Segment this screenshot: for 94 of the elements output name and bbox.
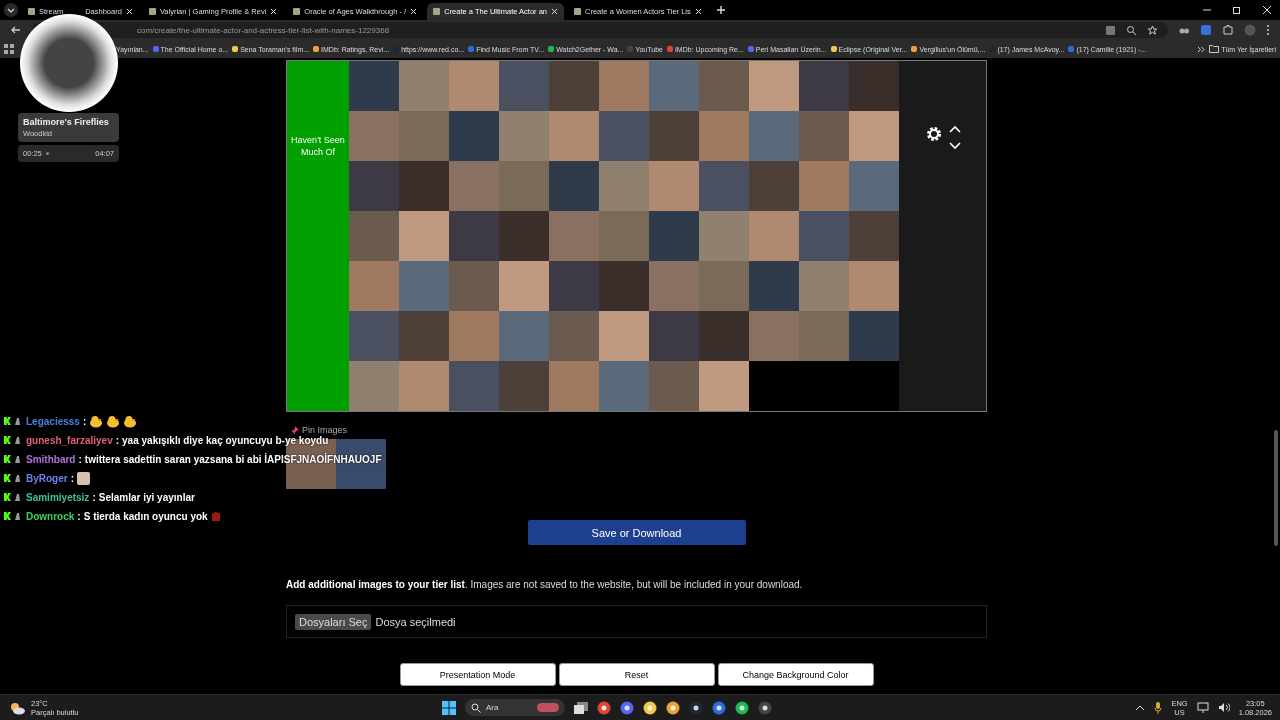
favicon-icon (433, 8, 441, 15)
chat-username[interactable]: Downrock (26, 510, 75, 522)
folder-icon (1209, 45, 1220, 53)
favicon-icon (293, 8, 301, 15)
search-icon (470, 702, 481, 713)
chat-separator: : (92, 491, 96, 503)
chat-separator: : (70, 472, 75, 484)
tab-list-icon[interactable] (4, 3, 18, 17)
favicon-icon (152, 46, 159, 52)
chat-separator: : (78, 453, 82, 465)
pin-images-toggle[interactable]: Pin Images (290, 425, 348, 435)
chat-username[interactable]: Legaciesss (26, 415, 80, 427)
sticker-emote-icon (210, 510, 221, 522)
chat-separator: : (82, 415, 87, 427)
scrollbar-thumb[interactable] (1274, 430, 1278, 546)
favicon-icon (911, 46, 918, 52)
save-button[interactable]: Save or Download (527, 520, 746, 545)
apps-icon[interactable] (4, 44, 14, 54)
file-input-field[interactable]: Dosyaları Seç Dosya seçilmedi (286, 605, 987, 638)
chat-username[interactable]: Samimiyetsiz (26, 491, 90, 503)
platform-badge-icon (4, 493, 11, 501)
restore-icon[interactable] (1232, 5, 1242, 15)
close-tab-icon[interactable] (694, 8, 702, 15)
weather-icon (8, 700, 26, 715)
favicon-icon (28, 8, 35, 15)
move-down-icon[interactable] (948, 142, 961, 150)
favicon-icon (574, 8, 582, 15)
track-title: Baltimore's Fireflies (23, 117, 110, 127)
favicon-icon (1068, 46, 1075, 52)
app-icon[interactable] (711, 700, 726, 715)
chat-username[interactable]: Smithbard (26, 453, 76, 465)
puzzle-icon[interactable] (1222, 24, 1234, 36)
pin-icon (290, 425, 299, 435)
chat-username[interactable]: ByRoger (26, 472, 68, 484)
platform-badge-icon (4, 474, 11, 482)
chat-message: Selamlar iyi yayınlar (98, 491, 195, 503)
duck-emote-icon (106, 414, 121, 428)
chat-separator: : (115, 434, 120, 446)
favicon-icon (468, 46, 475, 52)
instruction-text: Add additional images to your tier list. Images are not saved to the website, but will be included in your download. (286, 579, 804, 590)
platform-badge-icon (4, 455, 11, 463)
tier-label: Haven't Seen Much Of (287, 61, 349, 411)
close-tab-icon[interactable] (270, 8, 278, 15)
menu-icon[interactable] (1266, 24, 1270, 36)
platform-badge-icon (4, 417, 11, 425)
more-bookmarks-icon[interactable] (1197, 45, 1206, 53)
move-up-icon[interactable] (948, 125, 961, 133)
favicon-icon (627, 46, 634, 52)
chat-message: twittera sadettin saran yazsana bi abi İAPISFJNAOİFNHAUOJF (84, 453, 382, 465)
chevron-up-icon[interactable] (1135, 703, 1146, 712)
volume-icon[interactable] (1217, 702, 1230, 713)
address-bar[interactable]: com/create/the-ultimate-actor-and-actress-tier-list-with-names-1229368 (32, 22, 1168, 38)
back-icon[interactable] (10, 24, 22, 36)
translate-icon (1105, 24, 1116, 36)
app-icon[interactable] (642, 700, 657, 715)
duck-emote-icon (89, 414, 104, 428)
chat-username[interactable]: gunesh_farzaliyev (26, 434, 113, 446)
taskbar-search-field[interactable]: Ara (464, 699, 565, 716)
network-icon[interactable] (1196, 702, 1209, 713)
new-tab-icon[interactable] (715, 5, 726, 15)
app-icon[interactable] (757, 700, 772, 715)
favicon-icon (313, 46, 320, 52)
close-tab-icon[interactable] (410, 8, 418, 15)
microphone-icon[interactable] (1154, 701, 1163, 714)
app-icon[interactable] (619, 700, 634, 715)
close-tab-icon[interactable] (125, 8, 133, 15)
zoom-icon (1126, 24, 1137, 36)
app-icon[interactable] (688, 700, 703, 715)
chat-separator: : (77, 510, 81, 522)
favicon-icon (232, 46, 239, 52)
platform-badge-icon (4, 436, 11, 444)
app-icon[interactable] (665, 700, 680, 715)
favicon-icon (747, 46, 754, 52)
image-emote (77, 471, 91, 485)
close-icon[interactable] (1262, 5, 1272, 15)
app-icon[interactable] (734, 700, 749, 715)
favicon-icon (548, 46, 555, 52)
chat-message: S tierda kadın oyuncu yok (83, 510, 208, 522)
favicon-icon (666, 46, 673, 52)
star-icon[interactable] (1147, 24, 1158, 36)
action-button[interactable]: Reset (558, 663, 715, 686)
translate-extension-icon[interactable] (1200, 24, 1212, 36)
profile-avatar[interactable] (1244, 24, 1256, 36)
start-icon[interactable] (441, 700, 456, 715)
platform-badge-icon (4, 512, 11, 520)
action-button[interactable]: Change Background Color (717, 663, 874, 686)
favicon-icon (148, 8, 156, 15)
app-icon[interactable] (596, 700, 611, 715)
close-tab-icon[interactable] (551, 8, 559, 15)
favicon-icon (830, 46, 837, 52)
action-button[interactable]: Presentation Mode (399, 663, 556, 686)
duck-emote-icon (123, 414, 138, 428)
settings-icon[interactable] (924, 125, 943, 143)
task-view-icon[interactable] (573, 701, 588, 714)
